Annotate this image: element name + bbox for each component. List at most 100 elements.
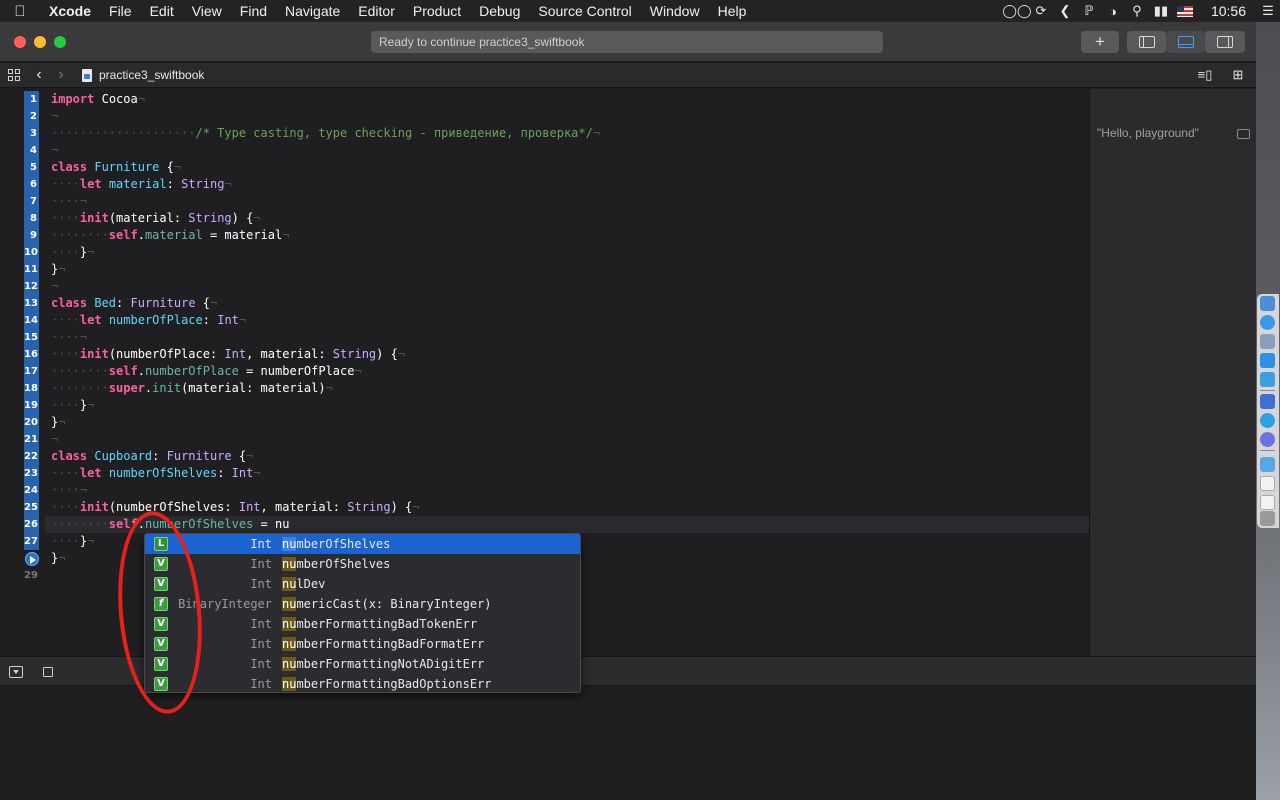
menu-debug[interactable]: Debug xyxy=(470,3,529,19)
line-number[interactable]: 8 xyxy=(24,210,39,227)
trash-icon[interactable] xyxy=(1260,511,1275,526)
close-window-button[interactable] xyxy=(14,36,26,48)
completion-item[interactable]: V Int numberFormattingBadOptionsErr xyxy=(145,674,580,692)
zoom-window-button[interactable] xyxy=(54,36,66,48)
preview-icon[interactable] xyxy=(1260,334,1275,349)
menu-edit[interactable]: Edit xyxy=(141,3,183,19)
line-number[interactable]: 26 xyxy=(24,516,39,533)
line-number[interactable]: 22 xyxy=(24,448,39,465)
line-number-gutter[interactable]: 1 2 3 4 5 6 7 8 9 10 11 12 13 14 15 16 1… xyxy=(0,89,45,656)
us-flag-icon[interactable] xyxy=(1176,5,1193,17)
line-number[interactable]: 29 xyxy=(24,567,39,584)
library-add-button[interactable]: + xyxy=(1081,31,1119,53)
menu-view[interactable]: View xyxy=(183,3,231,19)
menu-editor[interactable]: Editor xyxy=(349,3,404,19)
line-number[interactable]: 10 xyxy=(24,244,39,261)
line-number[interactable]: 14 xyxy=(24,312,39,329)
code-line: }¬ xyxy=(51,551,66,565)
line-number[interactable]: 12 xyxy=(24,278,39,295)
forward-button[interactable]: › xyxy=(50,63,72,88)
line-number[interactable]: 16 xyxy=(24,346,39,363)
xcode-icon[interactable] xyxy=(1260,353,1275,368)
back-button[interactable]: ‹ xyxy=(28,63,50,88)
document-icon[interactable] xyxy=(1260,495,1275,510)
glasses-icon[interactable]: ◯◯ xyxy=(1002,0,1031,22)
line-number[interactable]: 2 xyxy=(24,108,39,125)
hide-debug-area-button[interactable] xyxy=(9,666,23,678)
line-number[interactable]: 20 xyxy=(24,414,39,431)
file-name: practice3_swiftbook xyxy=(99,68,205,82)
completion-name: numericCast(x: BinaryInteger) xyxy=(282,594,492,614)
editor-options-button[interactable]: ≡▯ xyxy=(1193,63,1217,88)
line-number[interactable]: 5 xyxy=(24,159,39,176)
line-number[interactable]: 6 xyxy=(24,176,39,193)
completion-item[interactable]: V Int numberFormattingNotADigitErr xyxy=(145,654,580,674)
sync-icon[interactable]: ⟳ xyxy=(1029,0,1053,22)
battery-icon[interactable]: ▮▮ xyxy=(1149,0,1173,22)
menu-help[interactable]: Help xyxy=(709,3,756,19)
line-number[interactable]: 19 xyxy=(24,397,39,414)
clock[interactable]: 10:56 xyxy=(1197,3,1256,19)
minimize-window-button[interactable] xyxy=(34,36,46,48)
flutter-icon[interactable]: ❮ xyxy=(1053,0,1077,22)
search-icon[interactable]: ⚲ xyxy=(1125,0,1149,22)
line-number[interactable]: 13 xyxy=(24,295,39,312)
finder-icon[interactable] xyxy=(1260,296,1275,311)
completion-item[interactable]: L Int numberOfShelves xyxy=(145,534,580,554)
discord-icon[interactable] xyxy=(1260,432,1275,447)
menu-file[interactable]: File xyxy=(100,3,141,19)
completion-match: nu xyxy=(282,577,297,591)
toggle-debug-area-button[interactable] xyxy=(1166,31,1205,53)
code-line: ¬ xyxy=(51,143,59,157)
file-breadcrumb[interactable]: practice3_swiftbook xyxy=(72,63,204,88)
quick-look-icon[interactable] xyxy=(1237,129,1250,139)
line-number[interactable]: 23 xyxy=(24,465,39,482)
line-number[interactable]: 25 xyxy=(24,499,39,516)
completion-item[interactable]: V Int numberFormattingBadTokenErr xyxy=(145,614,580,634)
stop-button[interactable] xyxy=(43,667,53,677)
run-playground-button[interactable] xyxy=(25,552,39,566)
add-editor-button[interactable]: ⊞ xyxy=(1228,63,1248,88)
completion-item[interactable]: V Int nulDev xyxy=(145,574,580,594)
menu-app-name[interactable]: Xcode xyxy=(40,3,100,19)
menu-list-icon[interactable]: ☰ xyxy=(1256,0,1280,22)
menu-source-control[interactable]: Source Control xyxy=(529,3,640,19)
downloads-folder-icon[interactable] xyxy=(1260,457,1275,472)
safari-icon[interactable] xyxy=(1260,315,1275,330)
app-icon[interactable] xyxy=(1260,394,1275,409)
line-number[interactable]: 17 xyxy=(24,363,39,380)
apple-menu-icon[interactable]:  xyxy=(0,3,40,20)
line-number[interactable]: 7 xyxy=(24,193,39,210)
line-number[interactable]: 11 xyxy=(24,261,39,278)
menu-window[interactable]: Window xyxy=(641,3,709,19)
line-number[interactable]: 18 xyxy=(24,380,39,397)
code-line: }¬ xyxy=(51,415,66,429)
line-number[interactable]: 15 xyxy=(24,329,39,346)
code-line: class Furniture {¬ xyxy=(51,160,182,174)
completion-item[interactable]: V Int numberFormattingBadFormatErr xyxy=(145,634,580,654)
telegram-icon[interactable] xyxy=(1260,413,1275,428)
related-items-button[interactable] xyxy=(0,63,28,88)
bluetooth-icon[interactable]: ℙ xyxy=(1077,0,1101,22)
line-number[interactable]: 3 xyxy=(24,125,39,142)
vscode-icon[interactable] xyxy=(1260,372,1275,387)
menu-navigate[interactable]: Navigate xyxy=(276,3,349,19)
console-area[interactable] xyxy=(0,686,1256,800)
menu-product[interactable]: Product xyxy=(404,3,470,19)
menu-find[interactable]: Find xyxy=(231,3,276,19)
document-icon[interactable] xyxy=(1260,476,1275,491)
line-number[interactable]: 21 xyxy=(24,431,39,448)
line-number[interactable]: 1 xyxy=(24,91,39,108)
completion-match: nu xyxy=(282,537,297,551)
wifi-icon[interactable]: ◑ xyxy=(1101,0,1125,22)
completion-item[interactable]: f BinaryInteger numericCast(x: BinaryInt… xyxy=(145,594,580,614)
toggle-navigator-button[interactable] xyxy=(1127,31,1166,53)
toggle-inspector-button[interactable] xyxy=(1205,31,1245,53)
code-line: ····let numberOfShelves: Int¬ xyxy=(51,466,261,480)
line-number[interactable]: 27 xyxy=(24,533,39,550)
code-line: ····¬ xyxy=(51,330,88,344)
completion-item[interactable]: V Int numberOfShelves xyxy=(145,554,580,574)
line-number[interactable]: 24 xyxy=(24,482,39,499)
line-number[interactable]: 9 xyxy=(24,227,39,244)
line-number[interactable]: 4 xyxy=(24,142,39,159)
